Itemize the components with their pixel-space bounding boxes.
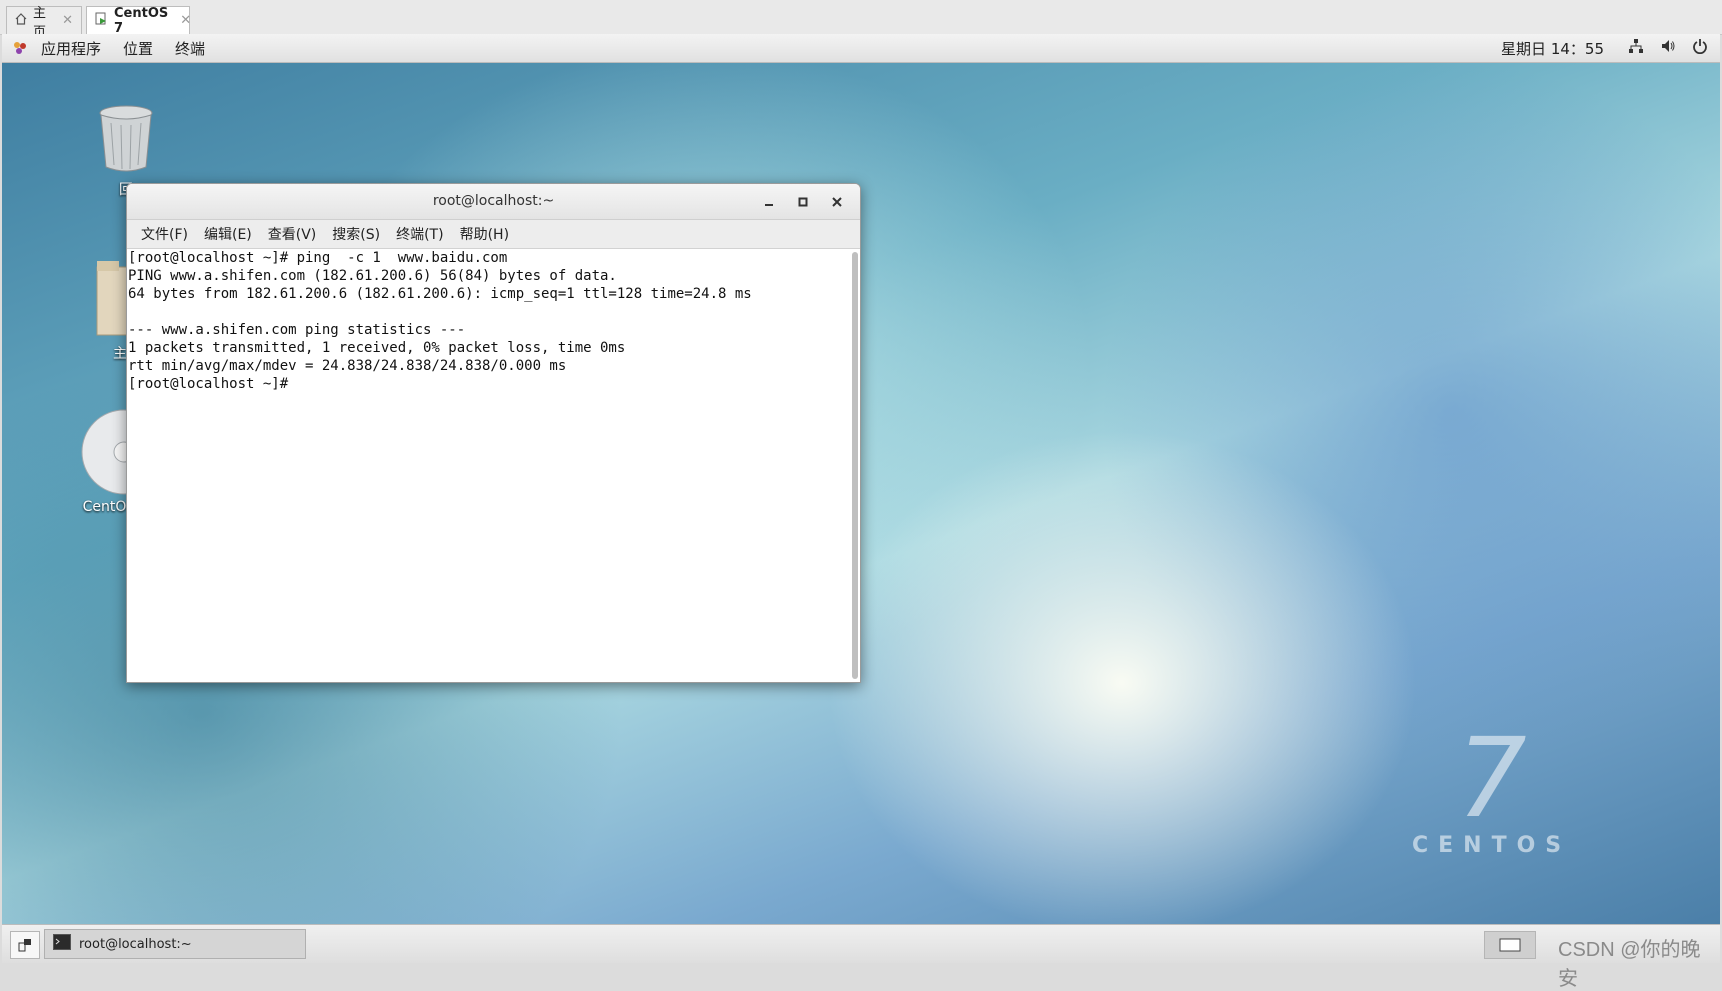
terminal-icon	[53, 934, 71, 954]
applications-menu[interactable]: 应用程序	[30, 38, 112, 59]
centos-logo-number: 7	[1456, 714, 1527, 842]
terminal-menubar: 文件(F) 编辑(E) 查看(V) 搜索(S) 终端(T) 帮助(H)	[127, 220, 860, 249]
terminal-window[interactable]: root@localhost:~ 文件(F) 编辑(E) 查看(V) 搜索(S)…	[126, 183, 861, 683]
terminal-line: 1 packets transmitted, 1 received, 0% pa…	[128, 340, 626, 356]
terminal-scrollbar[interactable]	[852, 252, 858, 679]
terminal-line: PING www.a.shifen.com (182.61.200.6) 56(…	[128, 268, 617, 284]
menu-search[interactable]: 搜索(S)	[324, 224, 388, 244]
tab-centos-label: CentOS 7	[114, 5, 169, 36]
centos-logo: 7 CENTOS	[1412, 723, 1571, 858]
taskbar-item-label: root@localhost:~	[79, 936, 192, 952]
menu-edit[interactable]: 编辑(E)	[196, 224, 260, 244]
taskbar-item-terminal[interactable]: root@localhost:~	[44, 929, 306, 959]
close-icon[interactable]: ✕	[62, 13, 73, 28]
vm-icon	[95, 12, 108, 29]
menu-file[interactable]: 文件(F)	[133, 224, 196, 244]
terminal-prompt-line: [root@localhost ~]#	[128, 376, 297, 392]
close-button[interactable]	[822, 184, 852, 219]
close-icon[interactable]: ✕	[180, 13, 191, 28]
volume-icon[interactable]	[1660, 38, 1676, 58]
minimize-button[interactable]	[754, 184, 784, 219]
workspace-switcher[interactable]	[1484, 931, 1536, 959]
terminal-line: [root@localhost ~]# ping -c 1 www.baidu.…	[128, 250, 508, 266]
power-icon[interactable]	[1692, 38, 1708, 58]
places-menu[interactable]: 位置	[112, 38, 164, 59]
gnome-top-bar: 应用程序 位置 终端 星期日 14：55	[2, 34, 1720, 63]
tab-centos[interactable]: CentOS 7 ✕	[86, 5, 191, 36]
menu-terminal[interactable]: 终端(T)	[388, 224, 451, 244]
terminal-line: 64 bytes from 182.61.200.6 (182.61.200.6…	[128, 286, 752, 302]
network-icon[interactable]	[1628, 38, 1644, 58]
terminal-line: rtt min/avg/max/mdev = 24.838/24.838/24.…	[128, 358, 567, 374]
home-icon	[15, 12, 27, 29]
maximize-button[interactable]	[788, 184, 818, 219]
centos-logo-text: CENTOS	[1412, 833, 1572, 858]
menu-help[interactable]: 帮助(H)	[452, 224, 517, 244]
clock[interactable]: 星期日 14：55	[1501, 38, 1604, 59]
terminal-title: root@localhost:~	[432, 193, 555, 209]
watermark: CSDN @你的晚安	[1558, 939, 1701, 990]
bottom-taskbar: root@localhost:~ CSDN @你的晚安	[2, 924, 1720, 990]
applications-icon	[12, 40, 28, 56]
terminal-output[interactable]: [root@localhost ~]# ping -c 1 www.baidu.…	[127, 249, 848, 682]
menu-view[interactable]: 查看(V)	[260, 224, 325, 244]
trash-icon	[96, 105, 156, 179]
show-desktop-button[interactable]	[10, 931, 40, 959]
tab-home[interactable]: 主页 ✕	[6, 6, 82, 40]
terminal-line: --- www.a.shifen.com ping statistics ---	[128, 322, 466, 338]
vm-tab-strip: 主页 ✕ CentOS 7 ✕	[0, 0, 1722, 40]
terminal-menu[interactable]: 终端	[164, 38, 216, 59]
terminal-titlebar[interactable]: root@localhost:~	[127, 184, 860, 220]
